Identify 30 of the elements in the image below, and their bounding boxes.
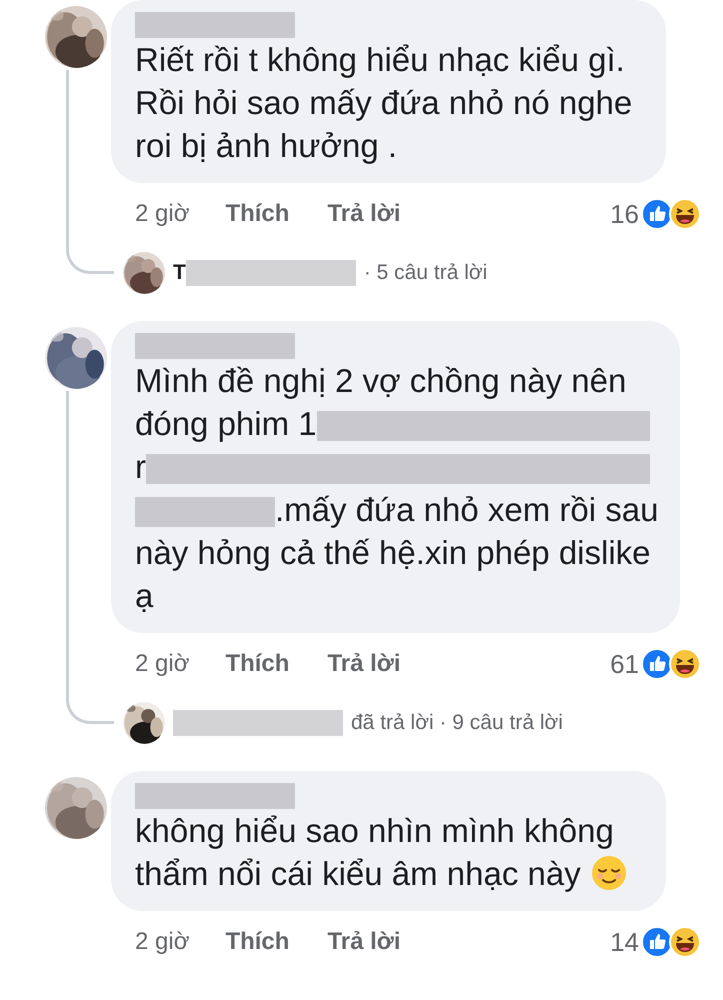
reply-link[interactable]: Trả lời xyxy=(327,924,401,960)
reply-link[interactable]: Trả lời xyxy=(327,196,401,232)
laughing-face-icon xyxy=(669,198,701,230)
like-icon xyxy=(641,648,673,680)
replies-summary: · 5 câu trả lời xyxy=(364,260,488,286)
like-icon xyxy=(641,198,673,230)
comment-text: Riết rồi t không hiểu nhạc kiểu gì. Rồi hỏi sao mấy đứa nhỏ nó nghe roi bị ảnh hưởng . xyxy=(135,41,632,164)
comment-text: .mấy đứa nhỏ xem rồi sau xyxy=(275,491,658,528)
reaction-count: 61 xyxy=(610,648,639,680)
replies-summary: T xyxy=(173,260,186,286)
like-link[interactable]: Thích xyxy=(225,646,290,682)
timestamp: 2 giờ xyxy=(135,927,190,957)
like-link[interactable]: Thích xyxy=(225,924,290,960)
like-link[interactable]: Thích xyxy=(225,196,290,232)
laughing-face-icon xyxy=(669,648,701,680)
comment-text: không hiểu sao nhìn mình không xyxy=(135,812,614,849)
smiling-face-icon xyxy=(590,855,627,891)
timestamp: 2 giờ xyxy=(135,649,190,679)
comment-text: Mình đề nghị 2 vợ chồng này nên xyxy=(135,362,626,399)
replies-summary: đã trả lời · 9 câu trả lời xyxy=(351,710,563,736)
comment-text: này hỏng cả thế hệ.xin phép dislike ạ xyxy=(135,534,651,614)
reaction-count: 14 xyxy=(610,926,639,958)
comment-text: r xyxy=(135,448,146,485)
timestamp: 2 giờ xyxy=(135,199,190,229)
comment-text: thẩm nổi cái kiểu âm nhạc này xyxy=(135,855,581,892)
reaction-count: 16 xyxy=(610,198,639,230)
like-icon xyxy=(641,926,673,958)
laughing-face-icon xyxy=(669,926,701,958)
reply-link[interactable]: Trả lời xyxy=(327,646,401,682)
comment-text: đóng phim 1 xyxy=(135,405,317,442)
